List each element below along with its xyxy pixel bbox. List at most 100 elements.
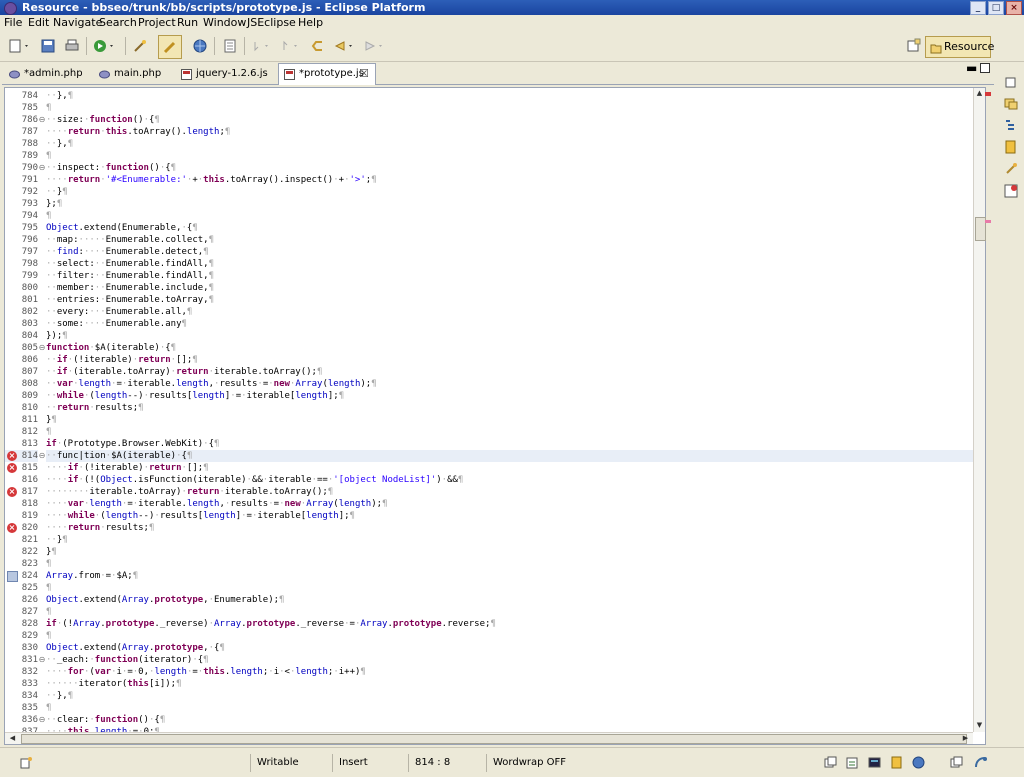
problems-icon[interactable] (1004, 184, 1018, 198)
tab-jquery-js[interactable]: jquery-1.2.6.js (176, 64, 276, 83)
code-line[interactable]: ··inspect:·function()·{¶ (46, 162, 974, 174)
save-icon[interactable] (40, 38, 56, 54)
code-line[interactable]: }¶ (46, 414, 974, 426)
restore-icon[interactable] (1004, 76, 1018, 90)
menu-window[interactable]: Window (203, 16, 246, 30)
error-marker-icon[interactable]: × (7, 523, 17, 533)
code-line[interactable]: Object.extend(Array.prototype,·Enumerabl… (46, 594, 974, 606)
code-line[interactable]: ····if·(!(Object.isFunction(iterable)·&&… (46, 474, 974, 486)
code-editor[interactable]: 784 785 786 ⊖ 787 788 789 790 ⊖ 791 792 793 794 795 79… (4, 87, 986, 745)
navigator-icon[interactable] (1004, 96, 1018, 110)
minimize-editor-icon[interactable]: ▬ (966, 61, 977, 75)
code-line[interactable]: ¶ (46, 630, 974, 642)
code-line[interactable]: ····return·'#<Enumerable:'·+·this.toArra… (46, 174, 974, 186)
close-tab-icon[interactable]: ☒ (359, 64, 369, 83)
code-area[interactable]: ··},¶ ¶ ··size:·function()·{¶ ····return·th… (46, 88, 974, 732)
maximize-editor-icon[interactable] (980, 63, 990, 73)
menu-file[interactable]: File (4, 16, 22, 30)
code-line[interactable]: ¶ (46, 102, 974, 114)
code-line[interactable]: function·$A(iterable)·{¶ (46, 342, 974, 354)
resource-perspective-button[interactable]: Resource (925, 36, 994, 58)
code-line[interactable]: ··every:···Enumerable.all,¶ (46, 306, 974, 318)
annotation-marker-icon[interactable] (7, 571, 18, 582)
overview-ruler[interactable] (984, 87, 992, 743)
code-line[interactable]: ····while·(length--)·results[length]·=·i… (46, 510, 974, 522)
search-view-icon[interactable] (846, 756, 859, 769)
code-line[interactable]: Object.extend(Array.prototype,·{¶ (46, 642, 974, 654)
toggle-mark-occurrences-icon[interactable] (158, 35, 182, 59)
wand-icon[interactable] (132, 38, 148, 54)
code-line[interactable]: ··entries:·Enumerable.toArray,¶ (46, 294, 974, 306)
code-line[interactable]: ····return·results;¶ (46, 522, 974, 534)
last-edit-location-icon[interactable] (310, 38, 326, 54)
menu-run[interactable]: Run (177, 16, 198, 30)
print-icon[interactable] (64, 38, 80, 54)
tab-admin-php[interactable]: *admin.php (4, 64, 94, 83)
restore-bottom-icon[interactable] (950, 756, 963, 769)
new-wizard-icon[interactable] (8, 38, 28, 54)
minimize-button[interactable]: _ (970, 1, 986, 15)
scroll-left-arrow-icon[interactable]: ◀ (8, 734, 17, 743)
code-line[interactable]: ··if·(!iterable)·return·[];¶ (46, 354, 974, 366)
code-line[interactable]: ··if·(iterable.toArray)·return·iterable.… (46, 366, 974, 378)
fold-toggle-icon[interactable]: ⊖ (38, 714, 46, 726)
error-overview-marker[interactable] (985, 220, 991, 223)
console-view-icon[interactable] (868, 756, 881, 769)
code-line[interactable]: Object.extend(Enumerable,·{¶ (46, 222, 974, 234)
previous-annotation-icon[interactable] (280, 38, 297, 54)
maximize-button[interactable]: □ (988, 1, 1004, 15)
code-line[interactable]: };¶ (46, 198, 974, 210)
code-line[interactable]: ··size:·function()·{¶ (46, 114, 974, 126)
packages-view-icon[interactable] (890, 756, 903, 769)
tab-prototype-js[interactable]: *prototype.js ☒ (278, 63, 376, 85)
menu-navigate[interactable]: Navigate (53, 16, 102, 30)
scroll-down-arrow-icon[interactable]: ▼ (975, 721, 984, 730)
code-line[interactable]: ····if·(!iterable)·return·[];¶ (46, 462, 974, 474)
open-perspective-icon[interactable] (906, 38, 922, 54)
code-line[interactable]: ··}¶ (46, 534, 974, 546)
code-line[interactable]: ··},¶ (46, 690, 974, 702)
code-line[interactable]: ····for·(var·i·=·0,·length·=·this.length… (46, 666, 974, 678)
menu-edit[interactable]: Edit (28, 16, 49, 30)
horizontal-scroll-thumb[interactable] (21, 734, 967, 744)
code-line[interactable]: ¶ (46, 606, 974, 618)
menu-jseclipse[interactable]: JSEclipse (247, 16, 296, 30)
code-line[interactable]: ¶ (46, 582, 974, 594)
fold-toggle-icon[interactable]: ⊖ (38, 654, 46, 666)
error-overview-marker[interactable] (985, 92, 991, 96)
restore-view-icon[interactable] (824, 756, 837, 769)
error-marker-icon[interactable]: × (7, 463, 17, 473)
code-line[interactable]: if·(Prototype.Browser.WebKit)·{¶ (46, 438, 974, 450)
fold-toggle-icon[interactable]: ⊖ (38, 342, 46, 354)
globe-icon[interactable] (192, 38, 208, 54)
back-icon[interactable] (332, 38, 352, 54)
code-line[interactable]: ¶ (46, 702, 974, 714)
code-line[interactable]: ··filter:··Enumerable.findAll,¶ (46, 270, 974, 282)
fold-toggle-icon[interactable]: ⊖ (38, 450, 46, 462)
menu-search[interactable]: Search (99, 16, 137, 30)
code-line[interactable]: Array.from·=·$A;¶ (46, 570, 974, 582)
progress-icon[interactable] (974, 756, 987, 769)
outline-icon[interactable] (1004, 118, 1018, 132)
code-line[interactable]: ··map:·····Enumerable.collect,¶ (46, 234, 974, 246)
bookmarks-icon[interactable] (1004, 140, 1018, 154)
code-line[interactable]: ¶ (46, 426, 974, 438)
code-line[interactable]: ··}¶ (46, 186, 974, 198)
horizontal-scrollbar[interactable]: ◀ ▶ (5, 732, 973, 744)
run-debug-icon[interactable] (93, 38, 113, 54)
next-annotation-icon[interactable] (251, 38, 268, 54)
close-button[interactable]: × (1006, 1, 1022, 15)
code-line[interactable]: ····var·length·=·iterable.length,·result… (46, 498, 974, 510)
fold-toggle-icon[interactable]: ⊖ (38, 162, 46, 174)
code-line[interactable]: ··},¶ (46, 90, 974, 102)
code-line[interactable]: ········iterable.toArray)·return·iterabl… (46, 486, 974, 498)
code-line[interactable]: ¶ (46, 150, 974, 162)
menu-project[interactable]: Project (138, 16, 176, 30)
code-line[interactable]: ··func|tion·$A(iterable)·{¶ (46, 450, 974, 462)
code-line[interactable]: ··find:····Enumerable.detect,¶ (46, 246, 974, 258)
code-line[interactable]: ··var·length·=·iterable.length,·results·… (46, 378, 974, 390)
code-line[interactable]: ¶ (46, 210, 974, 222)
fast-view-icon[interactable] (20, 756, 33, 769)
menu-help[interactable]: Help (298, 16, 323, 30)
code-line[interactable]: ··while·(length--)·results[length]·=·ite… (46, 390, 974, 402)
